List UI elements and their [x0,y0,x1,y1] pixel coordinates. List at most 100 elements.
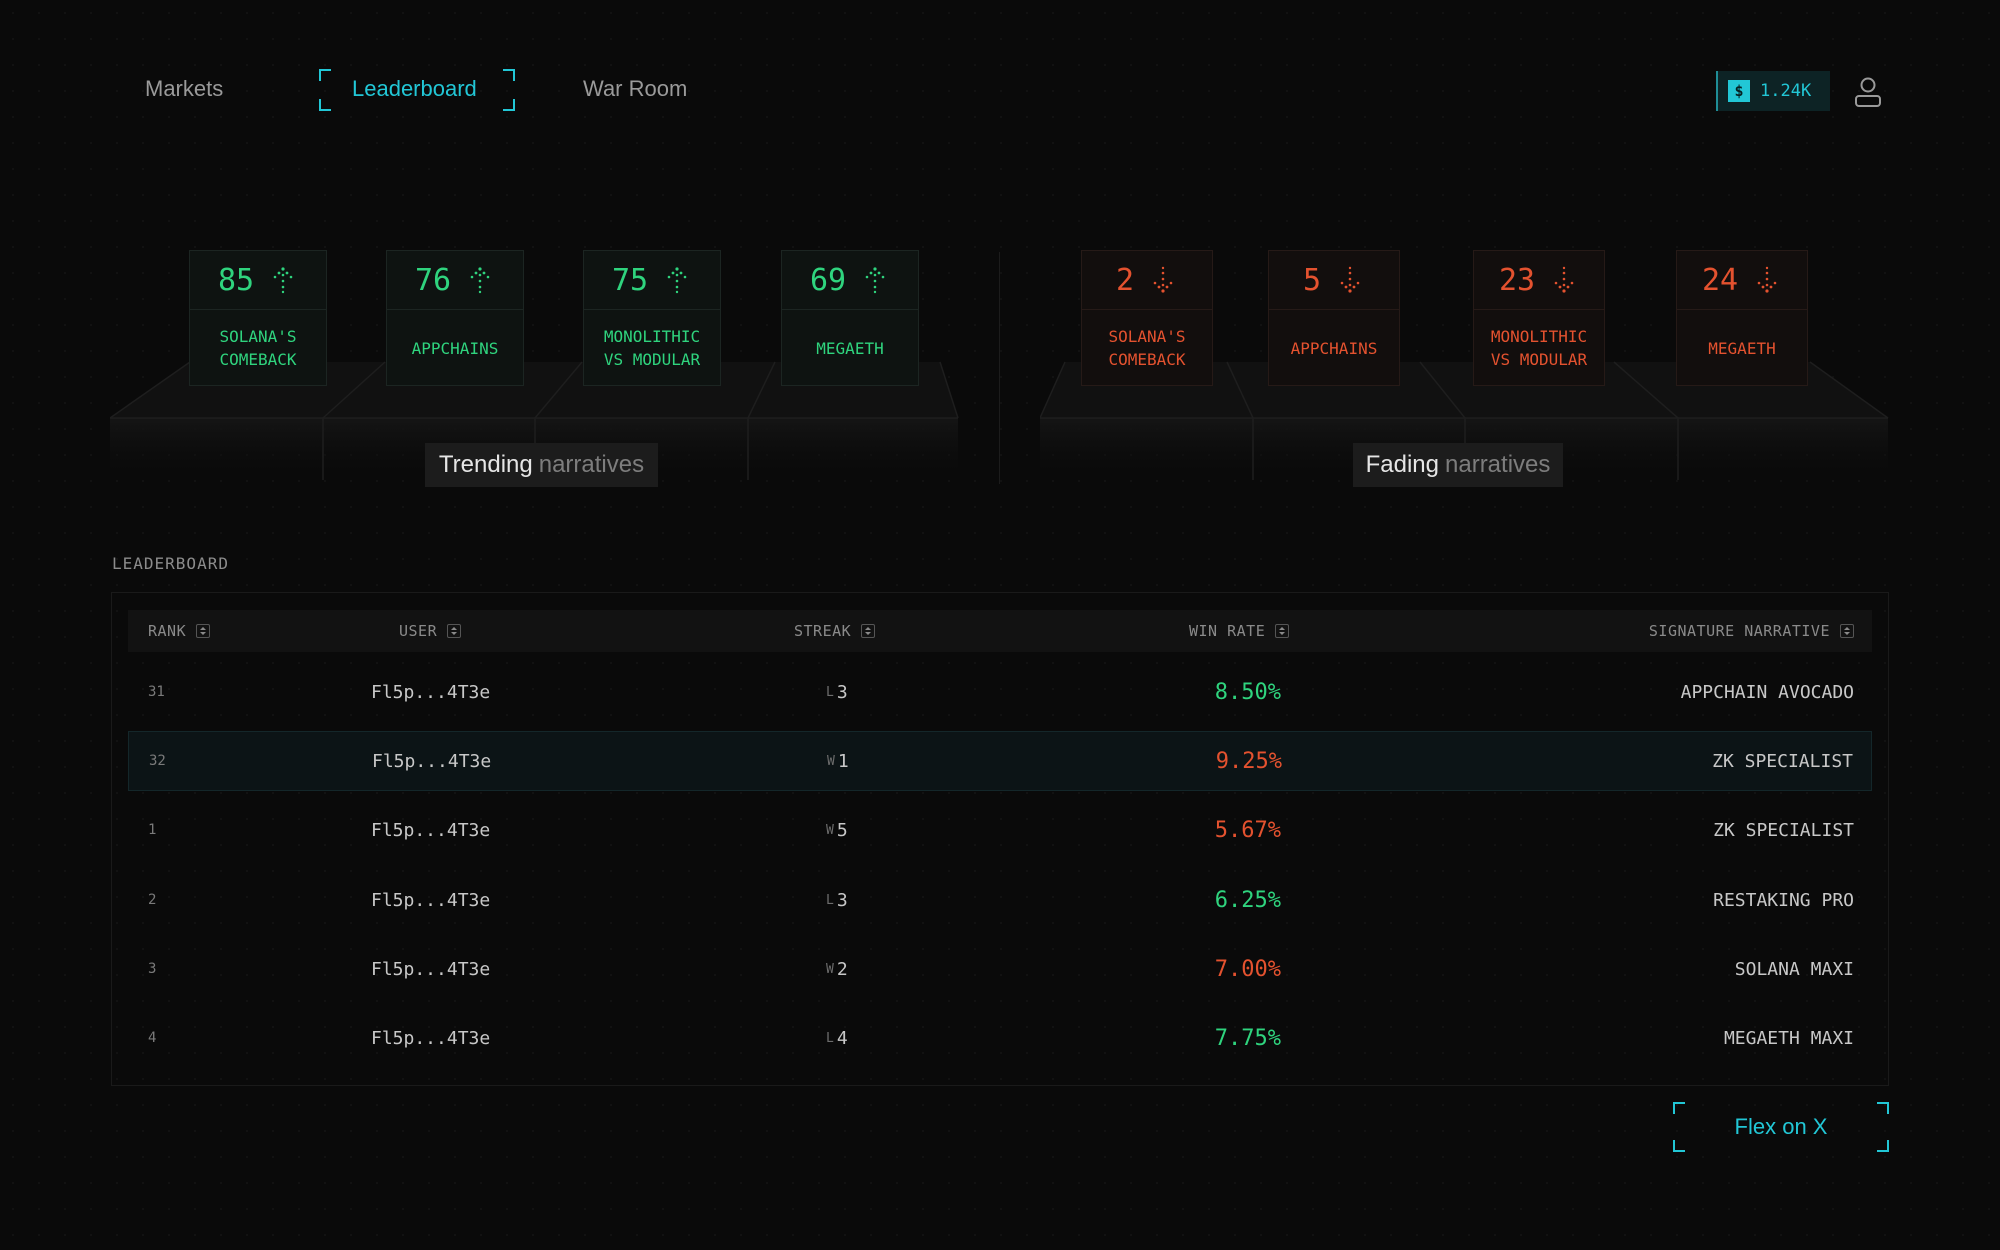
nav-leaderboard-label: Leaderboard [352,76,477,101]
user-profile-icon[interactable] [1853,76,1883,108]
table-header: RANK USER STREAK WIN RATE SIGNATURE NARR… [128,610,1872,652]
row-streak: L3 [826,662,848,722]
row-user[interactable]: Fl5p...4T3e [371,870,490,930]
row-user[interactable]: Fl5p...4T3e [372,732,491,790]
bracket-corner [503,69,515,81]
tag-dim: narratives [538,451,645,478]
streak-type: L [826,684,834,700]
column-user[interactable]: USER [399,610,462,652]
dollar-icon: $ [1728,80,1750,102]
row-signature: MEGAETH MAXI [1723,1027,1854,1049]
streak-count: 2 [836,958,848,980]
leaderboard-title: LEADERBOARD [112,554,229,573]
row-user[interactable]: Fl5p...4T3e [371,800,490,860]
fading-card[interactable]: 23 MONOLITHIC VS MODULAR [1473,250,1605,386]
row-signature: ZK SPECIALIST [1713,819,1854,841]
trending-card[interactable]: 85 SOLANA'S COMEBACK [189,250,327,386]
tag-main: Trending [438,451,533,478]
flex-on-x-button[interactable]: Flex on X [1673,1102,1889,1152]
row-user[interactable]: Fl5p...4T3e [371,939,490,999]
row-win-rate: 8.50% [1214,679,1281,705]
row-user[interactable]: Fl5p...4T3e [371,662,490,722]
bracket-corner [319,99,331,111]
streak-count: 4 [836,1027,848,1049]
trending-card[interactable]: 69 MEGAETH [781,250,919,386]
arrow-down-icon [1340,266,1360,293]
narrative-label: SOLANA'S COMEBACK [219,327,297,369]
narrative-score: 69 [809,262,847,298]
streak-type: W [827,753,835,769]
row-signature: RESTAKING PRO [1713,889,1854,911]
sort-icon[interactable] [1275,624,1290,638]
narrative-score: 75 [611,262,649,298]
fading-card[interactable]: 2 SOLANA'S COMEBACK [1081,250,1213,386]
narrative-score: 76 [414,262,452,298]
row-win-rate: 6.25% [1214,887,1281,913]
narrative-label: APPCHAINS [1290,338,1378,358]
row-rank: 31 [148,684,165,700]
streak-type: L [826,892,834,908]
nav-markets[interactable]: Markets [145,76,223,102]
row-win-rate: 7.75% [1214,1025,1281,1051]
row-streak: W1 [827,732,849,790]
bracket-corner [503,99,515,111]
row-streak: W2 [826,939,848,999]
trending-card[interactable]: 76 APPCHAINS [386,250,524,386]
column-signature[interactable]: SIGNATURE NARRATIVE [1649,610,1854,652]
table-row[interactable]: 1 Fl5p...4T3e W5 5.67% ZK SPECIALIST [128,800,1872,860]
column-streak-label: STREAK [794,622,852,640]
streak-type: W [826,822,834,838]
streak-type: L [826,1030,834,1046]
narrative-score: 23 [1498,262,1536,298]
trending-narratives-tag: Trending narratives [425,443,658,487]
narrative-label: SOLANA'S COMEBACK [1108,327,1186,369]
fading-card[interactable]: 24 MEGAETH [1676,250,1808,386]
narrative-label: MEGAETH [1708,338,1776,358]
tag-main: Fading [1365,451,1439,478]
table-row[interactable]: 2 Fl5p...4T3e L3 6.25% RESTAKING PRO [128,870,1872,930]
table-row[interactable]: 4 Fl5p...4T3e L4 7.75% MEGAETH MAXI [128,1008,1872,1068]
streak-type: W [826,961,834,977]
sort-icon[interactable] [861,624,876,638]
sort-icon[interactable] [196,624,211,638]
narrative-label: MEGAETH [816,338,884,358]
row-signature: SOLANA MAXI [1734,958,1854,980]
arrow-down-icon [1757,266,1777,293]
narrative-label: APPCHAINS [411,338,499,358]
streak-count: 1 [837,750,849,772]
row-rank: 4 [148,1030,157,1046]
row-rank: 32 [149,753,166,769]
column-rank-label: RANK [148,622,187,640]
fading-card[interactable]: 5 APPCHAINS [1268,250,1400,386]
row-streak: L3 [826,870,848,930]
table-row[interactable]: 32 Fl5p...4T3e W1 9.25% ZK SPECIALIST [128,731,1872,791]
streak-count: 3 [836,681,848,703]
streak-count: 5 [836,819,848,841]
fading-narratives-tag: Fading narratives [1353,443,1563,487]
tag-dim: narratives [1445,451,1551,478]
arrow-down-icon [1153,266,1173,293]
column-win-rate[interactable]: WIN RATE [1189,610,1290,652]
row-streak: W5 [826,800,848,860]
row-streak: L4 [826,1008,848,1068]
arrow-up-icon [273,267,293,294]
trending-card[interactable]: 75 MONOLITHIC VS MODULAR [583,250,721,386]
column-rank[interactable]: RANK [148,610,211,652]
nav-war-room[interactable]: War Room [583,76,687,102]
column-signature-label: SIGNATURE NARRATIVE [1648,622,1830,640]
narrative-score: 2 [1115,262,1135,298]
nav-leaderboard-tab[interactable]: Leaderboard [319,69,515,111]
table-row[interactable]: 3 Fl5p...4T3e W2 7.00% SOLANA MAXI [128,939,1872,999]
balance-badge[interactable]: $ 1.24K [1716,71,1830,111]
flex-on-x-label: Flex on X [1734,1114,1828,1139]
narrative-label: MONOLITHIC VS MODULAR [1490,327,1588,369]
row-user[interactable]: Fl5p...4T3e [371,1008,490,1068]
arrow-down-icon [1554,266,1574,293]
sort-icon[interactable] [447,624,462,638]
row-rank: 1 [148,822,157,838]
row-win-rate: 9.25% [1215,748,1282,774]
sort-icon[interactable] [1840,624,1854,638]
column-streak[interactable]: STREAK [794,610,876,652]
column-win-rate-label: WIN RATE [1189,622,1266,640]
table-row[interactable]: 31 Fl5p...4T3e L3 8.50% APPCHAIN AVOCADO [128,662,1872,722]
